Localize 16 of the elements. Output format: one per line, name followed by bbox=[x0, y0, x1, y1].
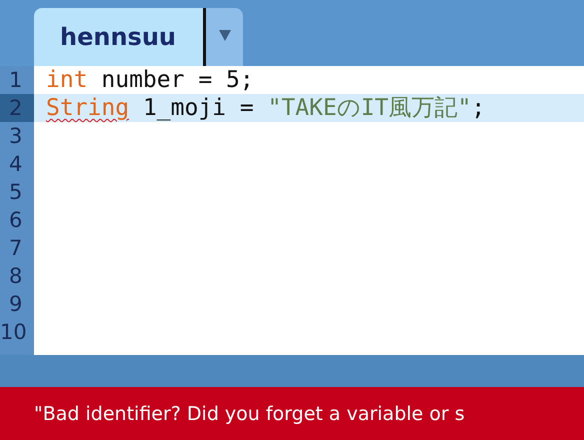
line-number: 6 bbox=[8, 208, 22, 232]
line-number: 7 bbox=[8, 236, 22, 260]
tab-menu-button[interactable] bbox=[206, 8, 243, 66]
line-number: 1 bbox=[8, 68, 22, 92]
sketch-tab[interactable]: hennsuu bbox=[34, 8, 203, 66]
error-message: "Bad identifier? Did you forget a variable or s bbox=[34, 402, 465, 424]
caret-icon bbox=[218, 30, 230, 40]
line-number: 9 bbox=[8, 292, 22, 316]
line-number: 4 bbox=[8, 152, 22, 176]
line-number: 8 bbox=[8, 264, 22, 288]
line-number: 10 bbox=[0, 320, 27, 344]
line-number: 3 bbox=[8, 124, 22, 148]
code-line: int number = 5; bbox=[46, 67, 254, 93]
line-number: 2 bbox=[8, 96, 22, 120]
code-line: String 1_moji = "TAKEのIT風万記"; bbox=[46, 95, 486, 121]
line-number: 5 bbox=[8, 180, 22, 204]
